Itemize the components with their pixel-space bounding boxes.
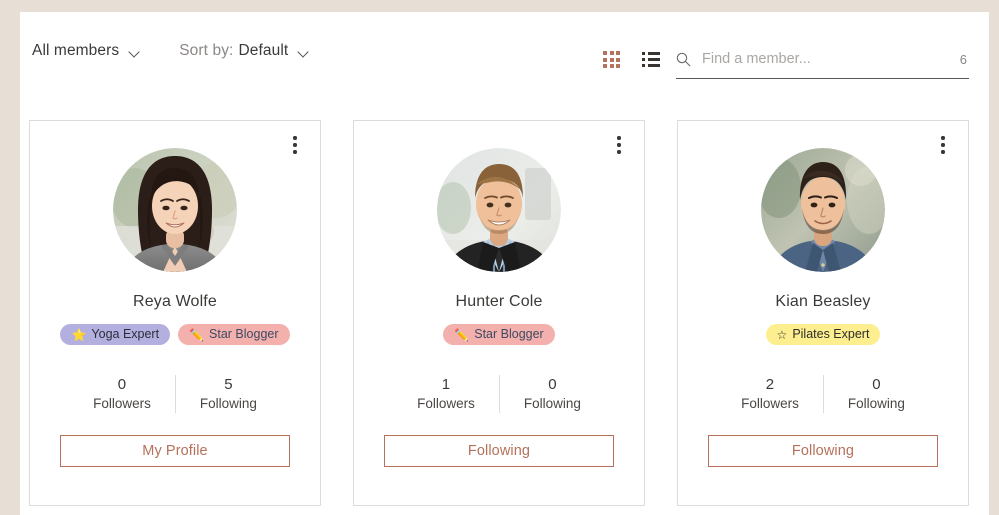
avatar bbox=[113, 148, 237, 272]
status-badge-label: Pilates Expert bbox=[792, 327, 870, 342]
member-name: Reya Wolfe bbox=[133, 293, 217, 310]
sort-by-dropdown[interactable]: Sort by: Default bbox=[179, 42, 310, 60]
member-badges: ✏️ Star Blogger bbox=[435, 324, 562, 345]
followers-stat: 1 Followers bbox=[393, 375, 499, 413]
status-badge-label: Yoga Expert bbox=[91, 327, 160, 342]
member-search[interactable]: 6 bbox=[676, 45, 969, 79]
members-page: All members Sort by: Default Find a memb… bbox=[20, 12, 989, 515]
member-card: Hunter Cole ✏️ Star Blogger 1 Followers … bbox=[353, 120, 645, 506]
member-card: Reya Wolfe ⭐ Yoga Expert ✏️ Star Blogger… bbox=[29, 120, 321, 506]
chevron-down-icon bbox=[299, 48, 310, 55]
following-count: 0 bbox=[872, 376, 881, 393]
member-name: Hunter Cole bbox=[455, 293, 543, 310]
followers-label: Followers bbox=[93, 396, 151, 412]
following-stat: 0 Following bbox=[498, 375, 605, 414]
all-members-dropdown-label: All members bbox=[32, 42, 120, 59]
avatar bbox=[437, 148, 561, 272]
more-options-icon[interactable] bbox=[608, 132, 630, 158]
list-view-icon[interactable] bbox=[642, 52, 660, 67]
member-badges: ☆ Pilates Expert bbox=[758, 324, 889, 345]
star-outline-icon: ☆ bbox=[776, 327, 788, 342]
pencil-icon: ✏️ bbox=[189, 327, 205, 342]
view-toggle-group bbox=[603, 51, 660, 68]
member-stats: 0 Followers 5 Following bbox=[30, 375, 320, 414]
followers-label: Followers bbox=[417, 396, 475, 412]
avatar bbox=[761, 148, 885, 272]
grid-view-icon[interactable] bbox=[603, 51, 620, 68]
member-card: Kian Beasley ☆ Pilates Expert 2 Follower… bbox=[677, 120, 969, 506]
sort-by-value-label: Default bbox=[238, 42, 289, 59]
following-label: Following bbox=[847, 396, 905, 412]
search-result-count: 6 bbox=[959, 51, 967, 67]
followers-label: Followers bbox=[741, 396, 799, 412]
followers-stat: 2 Followers bbox=[717, 375, 823, 413]
following-stat: 5 Following bbox=[174, 375, 281, 414]
following-button[interactable]: Following bbox=[708, 435, 938, 468]
my-profile-button[interactable]: My Profile bbox=[60, 435, 290, 468]
status-badge: ✏️ Star Blogger bbox=[178, 324, 290, 345]
pencil-icon: ✏️ bbox=[454, 327, 470, 342]
member-stats: 1 Followers 0 Following bbox=[354, 375, 644, 414]
chevron-down-icon bbox=[130, 48, 141, 55]
member-badges: ⭐ Yoga Expert ✏️ Star Blogger bbox=[52, 324, 297, 345]
following-label: Following bbox=[199, 396, 257, 412]
search-icon bbox=[676, 52, 691, 67]
following-stat: 0 Following bbox=[822, 375, 929, 414]
status-badge-label: Star Blogger bbox=[474, 327, 544, 342]
sort-by-prefix-label: Sort by: bbox=[179, 42, 234, 59]
members-toolbar: All members Sort by: Default Find a memb… bbox=[20, 12, 989, 90]
filter-controls: All members Sort by: Default bbox=[32, 42, 310, 60]
following-button[interactable]: Following bbox=[384, 435, 614, 468]
status-badge-label: Star Blogger bbox=[209, 327, 279, 342]
member-card-list: Reya Wolfe ⭐ Yoga Expert ✏️ Star Blogger… bbox=[20, 90, 989, 506]
more-options-icon[interactable] bbox=[932, 132, 954, 158]
member-name: Kian Beasley bbox=[775, 293, 871, 310]
following-count: 5 bbox=[224, 376, 233, 393]
followers-count: 0 bbox=[117, 376, 127, 393]
search-input[interactable] bbox=[702, 51, 949, 67]
status-badge: ☆ Pilates Expert bbox=[765, 324, 881, 345]
following-count: 0 bbox=[548, 376, 557, 393]
more-options-icon[interactable] bbox=[284, 132, 306, 158]
status-badge: ✏️ Star Blogger bbox=[443, 324, 555, 345]
all-members-dropdown[interactable]: All members bbox=[32, 42, 141, 60]
followers-stat: 0 Followers bbox=[69, 375, 175, 413]
following-label: Following bbox=[523, 396, 581, 412]
followers-count: 1 bbox=[441, 376, 451, 393]
followers-count: 2 bbox=[765, 376, 775, 393]
member-stats: 2 Followers 0 Following bbox=[678, 375, 968, 414]
star-filled-icon: ⭐ bbox=[71, 327, 87, 342]
status-badge: ⭐ Yoga Expert bbox=[60, 324, 171, 345]
